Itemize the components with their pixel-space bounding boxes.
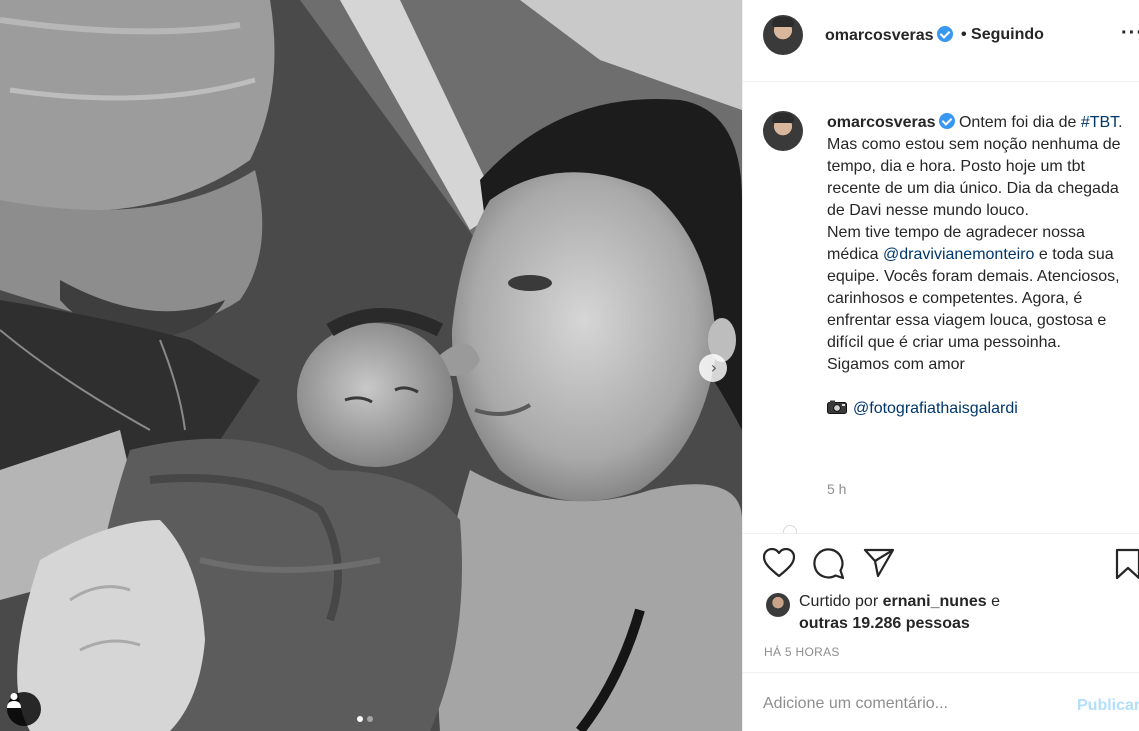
first-liker-link[interactable]: ernani_nunes [883,593,987,610]
post-photo[interactable]: › [0,0,742,731]
camera-icon [827,400,847,414]
post-side-panel: omarcosveras • Seguindo ··· omarcosveras… [742,0,1139,731]
post-header: omarcosveras • Seguindo ··· [743,0,1139,82]
bookmark-icon[interactable] [1115,548,1139,580]
photo-illustration [0,0,742,731]
caption-line-3: Sigamos com amor [827,356,965,373]
chevron-right-icon: › [710,358,718,377]
carousel-next-button[interactable]: › [699,354,727,382]
carousel-dot-1 [357,716,363,722]
post-timestamp[interactable]: HÁ 5 HORAS [764,645,840,659]
next-comment-peek [783,525,797,533]
carousel-dot-2 [367,716,373,722]
author-username[interactable]: omarcosveras [825,26,953,45]
caption-username[interactable]: omarcosveras [827,114,936,131]
caption-timestamp[interactable]: 5 h [827,481,846,497]
following-button[interactable]: • Seguindo [961,26,1044,44]
tagged-users-button[interactable] [7,692,41,726]
mention-link-photographer[interactable]: @fotografiathaisgalardi [853,400,1018,417]
likes-text: Curtido por ernani_nunes e outras 19.286… [799,591,1129,635]
likes-conjunction: e [991,593,1000,610]
other-likers-link[interactable]: outras 19.286 pessoas [799,615,970,632]
more-options-icon[interactable]: ··· [1121,22,1139,45]
mention-link-doctor[interactable]: @dravivianemonteiro [883,246,1034,263]
post-actions-bar [743,533,1139,593]
likes-prefix: Curtido por [799,593,879,610]
add-comment-bar: Publicar [743,672,1139,731]
comment-input[interactable] [763,695,1063,713]
comments-section[interactable]: omarcosveras Ontem foi dia de #TBT. Mas … [743,83,1139,533]
caption-author-avatar[interactable] [763,111,803,151]
likes-summary: Curtido por ernani_nunes e outras 19.286… [743,590,1139,640]
publish-button[interactable]: Publicar [1077,697,1139,715]
caption-intro: Ontem foi dia de [958,114,1077,131]
carousel-indicator [357,716,373,722]
speech-bubble-icon[interactable] [813,548,845,580]
post-caption: omarcosveras Ontem foi dia de #TBT. Mas … [827,112,1133,420]
author-avatar[interactable] [763,15,803,55]
hashtag-link[interactable]: #TBT [1081,114,1118,131]
verified-badge-icon [936,26,953,42]
verified-badge-icon [938,113,955,129]
user-tag-icon [7,693,21,708]
paper-plane-icon[interactable] [863,548,895,578]
liker-avatar[interactable] [766,593,790,617]
heart-icon[interactable] [763,548,795,578]
author-username-text[interactable]: omarcosveras [825,27,934,44]
